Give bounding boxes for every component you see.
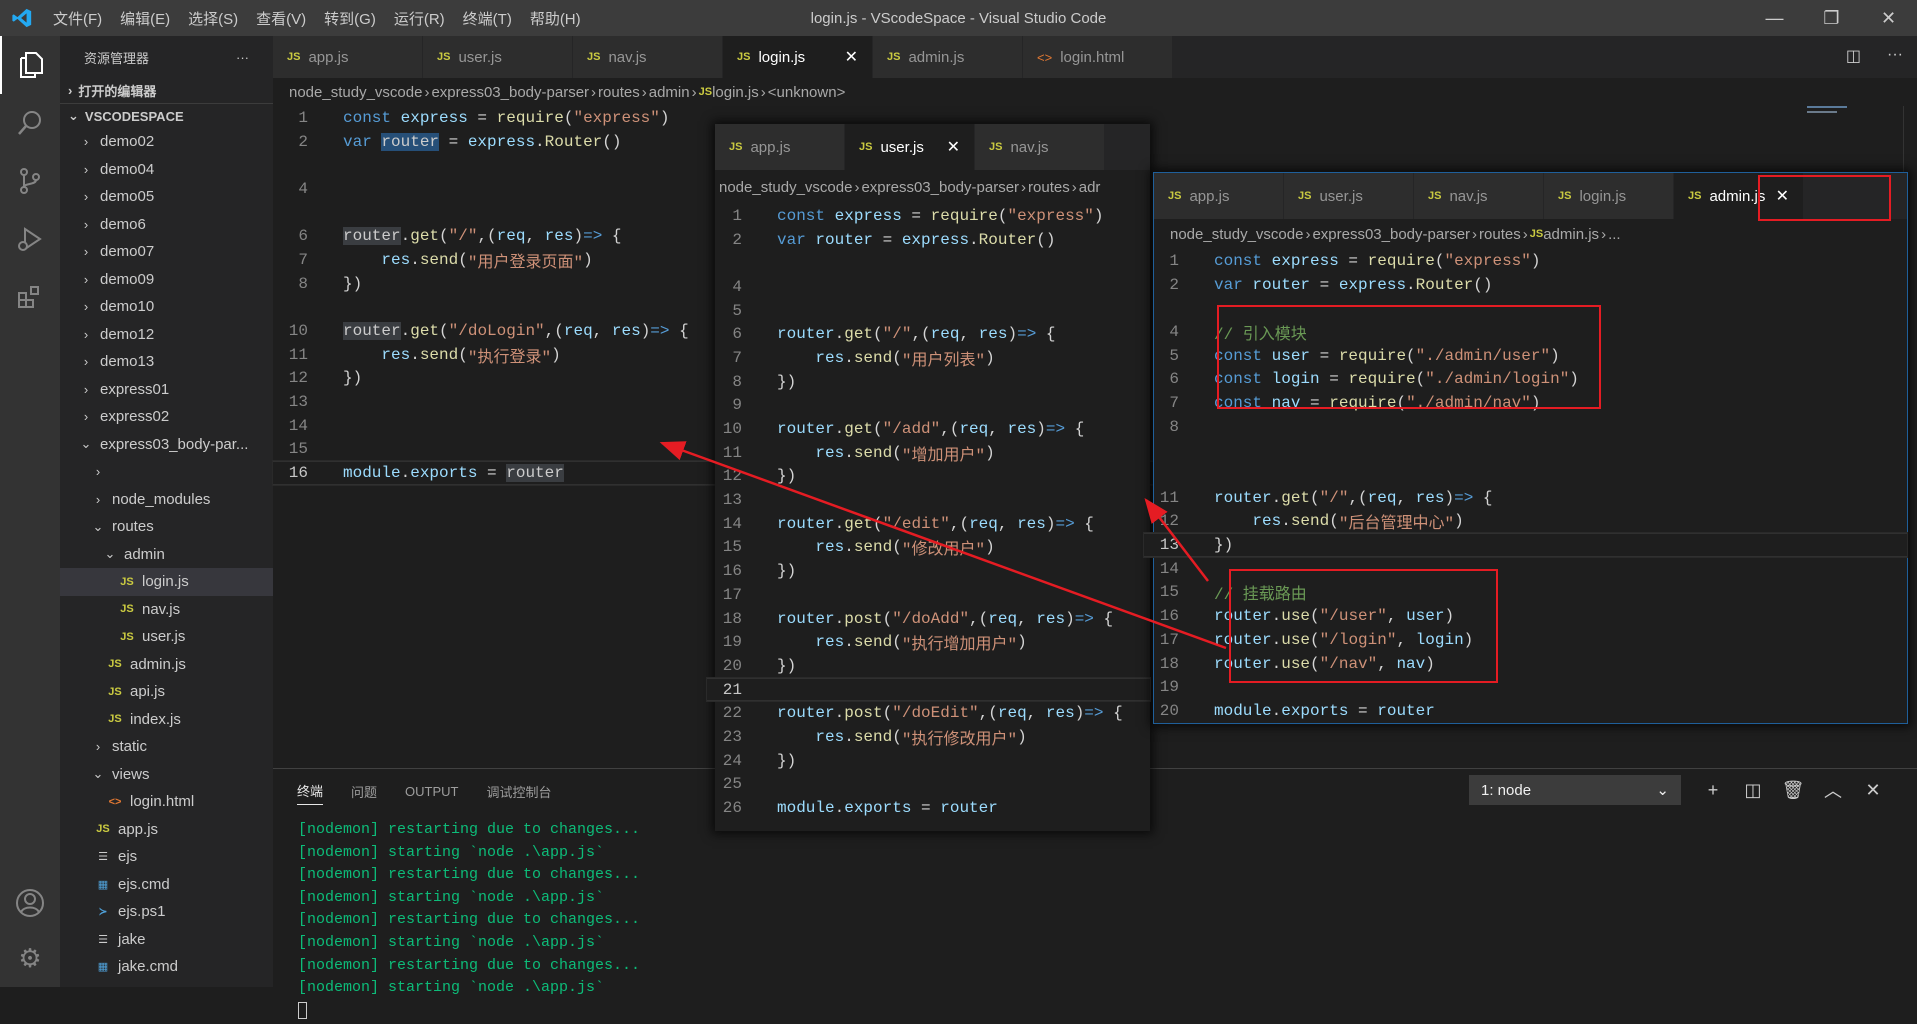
arrow-to-user-window [1144,498,1209,582]
terminal-cursor [298,1001,1917,1024]
annotation-arrows [659,441,1227,650]
arrow-to-login-editor [659,441,1227,650]
